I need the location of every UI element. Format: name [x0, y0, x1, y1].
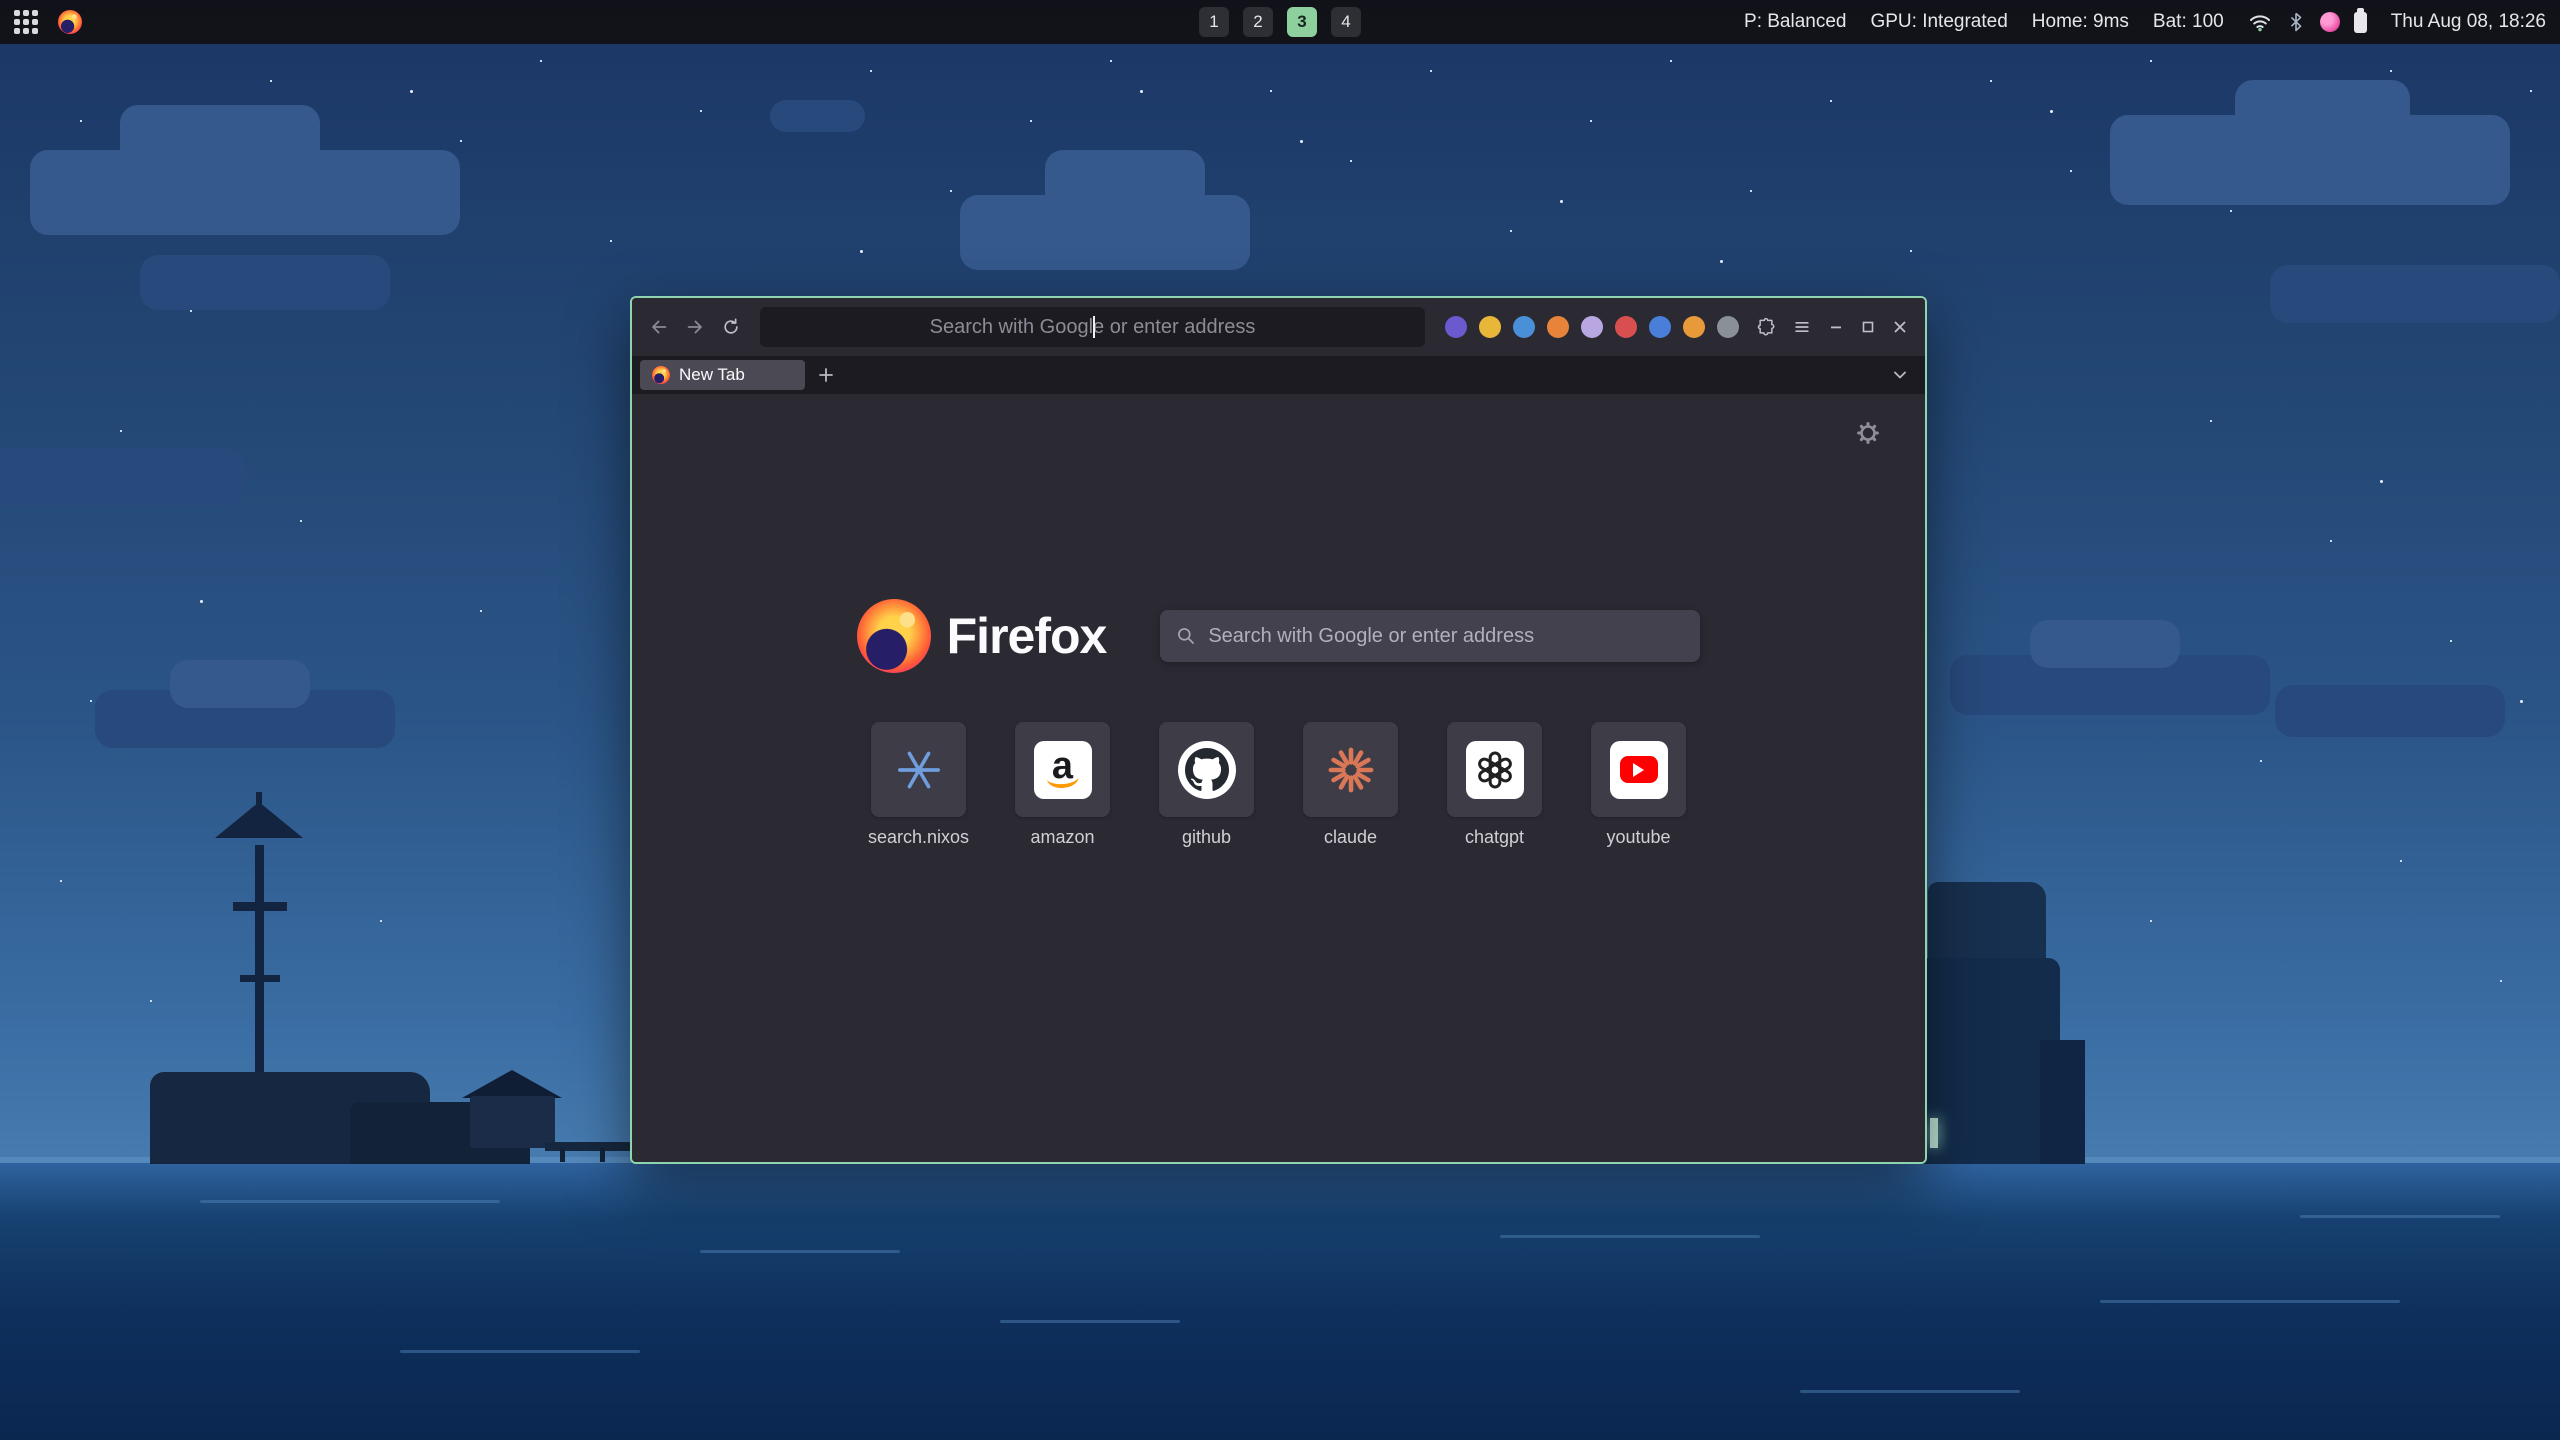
- reload-button[interactable]: [714, 310, 748, 344]
- navigation-toolbar: Search with Google or enter address: [632, 298, 1925, 356]
- workspace-button-2[interactable]: 2: [1243, 7, 1273, 37]
- tower-roof: [215, 802, 303, 838]
- shortcut-claude[interactable]: claude: [1303, 722, 1398, 848]
- new-tab-page: Firefox: [632, 394, 1925, 1162]
- tower-roof-tip: [256, 792, 262, 804]
- firefox-logo: [857, 599, 931, 673]
- tray-icons: [2248, 11, 2367, 33]
- sea-streak: [200, 1200, 500, 1203]
- maximize-button[interactable]: [1853, 312, 1883, 342]
- cloud: [770, 100, 865, 132]
- taskbar-status: P: Balanced GPU: Integrated Home: 9ms Ba…: [1744, 11, 2560, 33]
- power-profile-label: P: Balanced: [1744, 11, 1846, 33]
- firefox-favicon: [652, 366, 670, 384]
- tab-strip: New Tab: [632, 356, 1925, 394]
- firefox-window: Search with Google or enter address: [630, 296, 1927, 1164]
- cloud: [140, 255, 390, 310]
- cloud: [2275, 685, 2505, 737]
- extension-icon-4[interactable]: [1547, 316, 1569, 338]
- sea-streak: [400, 1350, 640, 1353]
- newtab-search-bar[interactable]: [1160, 610, 1700, 662]
- search-icon: [1176, 626, 1196, 646]
- forward-button[interactable]: [678, 310, 712, 344]
- desktop: 1234 P: Balanced GPU: Integrated Home: 9…: [0, 0, 2560, 1440]
- hut-roof: [462, 1070, 562, 1098]
- tab-new-tab[interactable]: New Tab: [640, 360, 805, 390]
- extensions-puzzle-icon[interactable]: [1749, 310, 1783, 344]
- extension-icon-2[interactable]: [1479, 316, 1501, 338]
- new-tab-button[interactable]: [811, 360, 841, 390]
- media-indicator-icon[interactable]: [2320, 12, 2340, 32]
- github-icon: [1178, 741, 1236, 799]
- tower-platform: [233, 902, 287, 911]
- pier-post: [600, 1148, 605, 1162]
- sea-streak: [2100, 1300, 2400, 1303]
- extension-icon-8[interactable]: [1683, 316, 1705, 338]
- clock[interactable]: Thu Aug 08, 18:26: [2391, 11, 2546, 33]
- shortcut-search-nixos[interactable]: search.nixos: [871, 722, 966, 848]
- workspace-button-1[interactable]: 1: [1199, 7, 1229, 37]
- list-all-tabs-chevron-icon[interactable]: [1885, 360, 1915, 390]
- workspace-button-4[interactable]: 4: [1331, 7, 1361, 37]
- tower-platform: [240, 975, 280, 982]
- extension-icon-9[interactable]: [1717, 316, 1739, 338]
- shortcut-amazon[interactable]: a amazon: [1015, 722, 1110, 848]
- extension-icon-3[interactable]: [1513, 316, 1535, 338]
- minimize-button[interactable]: [1821, 312, 1851, 342]
- battery-icon[interactable]: [2354, 12, 2367, 33]
- workspace-button-3[interactable]: 3: [1287, 7, 1317, 37]
- cloud: [2270, 265, 2560, 323]
- newtab-settings-gear-icon[interactable]: [1851, 416, 1885, 450]
- extension-icons: [1445, 316, 1739, 338]
- extension-icon-6[interactable]: [1615, 316, 1637, 338]
- extension-icon-5[interactable]: [1581, 316, 1603, 338]
- tower-pole: [255, 845, 264, 1085]
- taskbar-left: [0, 10, 82, 34]
- firefox-taskbar-icon[interactable]: [58, 10, 82, 34]
- menu-icon[interactable]: [1785, 310, 1819, 344]
- sea-streak: [1800, 1390, 2020, 1393]
- nixos-icon: [896, 747, 942, 793]
- latency-label: Home: 9ms: [2032, 11, 2129, 33]
- workspaces: 1234: [1199, 0, 1361, 44]
- cloud: [0, 448, 245, 506]
- bluetooth-icon[interactable]: [2286, 11, 2306, 33]
- island-light: [1930, 1118, 1938, 1148]
- sea-streak: [1000, 1320, 1180, 1323]
- sea-streak: [700, 1250, 900, 1253]
- youtube-icon: [1610, 741, 1668, 799]
- wifi-icon[interactable]: [2248, 12, 2272, 32]
- sea-streak: [2300, 1215, 2500, 1218]
- shortcut-chatgpt[interactable]: chatgpt: [1447, 722, 1542, 848]
- shortcut-youtube[interactable]: youtube: [1591, 722, 1686, 848]
- sea-streak: [1500, 1235, 1760, 1238]
- shortcut-github[interactable]: github: [1159, 722, 1254, 848]
- text-caret: [1093, 316, 1095, 338]
- close-button[interactable]: [1885, 312, 1915, 342]
- cloud: [120, 105, 320, 175]
- cloud: [170, 660, 310, 708]
- taskbar: 1234 P: Balanced GPU: Integrated Home: 9…: [0, 0, 2560, 44]
- app-grid-icon[interactable]: [14, 10, 38, 34]
- chatgpt-icon: [1466, 741, 1524, 799]
- cliff-ledge: [2040, 1040, 2085, 1164]
- hut: [470, 1096, 555, 1148]
- extension-icon-7[interactable]: [1649, 316, 1671, 338]
- urlbar[interactable]: Search with Google or enter address: [760, 307, 1425, 347]
- pier-post: [560, 1148, 565, 1162]
- newtab-search-input[interactable]: [1208, 625, 1684, 648]
- amazon-icon: a: [1034, 741, 1092, 799]
- claude-icon: [1328, 747, 1374, 793]
- newtab-hero: Firefox: [632, 599, 1925, 673]
- extension-icon-1[interactable]: [1445, 316, 1467, 338]
- back-button[interactable]: [642, 310, 676, 344]
- gpu-label: GPU: Integrated: [1870, 11, 2007, 33]
- tab-title: New Tab: [679, 365, 745, 385]
- firefox-wordmark: Firefox: [947, 607, 1107, 665]
- battery-label: Bat: 100: [2153, 11, 2224, 33]
- cloud: [1045, 150, 1205, 210]
- cloud: [2030, 620, 2180, 668]
- shortcut-tiles: search.nixos a amazon: [632, 722, 1925, 848]
- cloud: [2235, 80, 2410, 140]
